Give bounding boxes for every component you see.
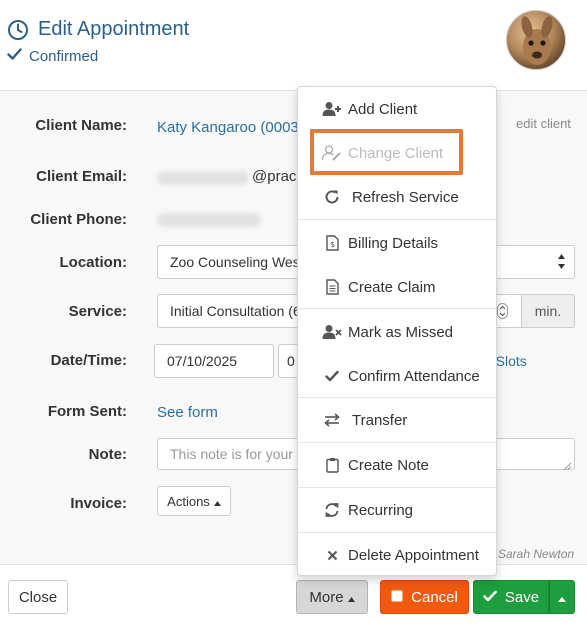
highlight-box (310, 129, 463, 175)
client-name-link[interactable]: Katy Kangaroo (0003 (157, 119, 299, 136)
svg-text:$: $ (329, 240, 334, 249)
menu-item-label: Confirm Attendance (348, 367, 480, 385)
menu-item-billing-details[interactable]: $ Billing Details (298, 229, 496, 257)
menu-item-recurring[interactable]: Recurring (298, 496, 496, 524)
save-options-button[interactable] (549, 580, 575, 614)
refresh-icon (322, 189, 342, 205)
signature-text: Sarah Newton (498, 547, 575, 561)
stepper-icon[interactable] (497, 303, 508, 324)
client-name-label: Client Name: (35, 117, 127, 134)
menu-item-label: Transfer (352, 411, 408, 429)
file-text-icon (322, 279, 342, 295)
menu-item-label: Recurring (348, 501, 414, 519)
times-icon (322, 550, 342, 561)
clock-icon (7, 19, 29, 41)
resize-handle-icon[interactable] (563, 458, 572, 476)
location-value: Zoo Counseling Wes (170, 254, 300, 270)
page-title: Edit Appointment (38, 18, 190, 40)
check-icon (322, 370, 342, 382)
client-phone-label: Client Phone: (30, 211, 127, 228)
check-icon (483, 589, 497, 606)
cancel-button[interactable]: Cancel (380, 580, 469, 614)
close-button[interactable]: Close (8, 580, 68, 614)
menu-item-label: Create Claim (348, 278, 436, 296)
date-value: 07/10/2025 (167, 353, 238, 369)
file-dollar-icon: $ (322, 235, 342, 251)
menu-divider (298, 308, 496, 309)
close-button-label: Close (18, 588, 58, 606)
menu-item-label: Delete Appointment (348, 546, 479, 564)
service-value: Initial Consultation (6 (170, 303, 301, 319)
user-times-icon (322, 324, 342, 340)
edit-client-link[interactable]: edit client (516, 116, 571, 131)
menu-divider (298, 397, 496, 398)
menu-item-add-client[interactable]: Add Client (298, 95, 496, 123)
menu-item-label: Create Note (348, 456, 429, 474)
user-plus-icon (322, 101, 342, 117)
menu-divider (298, 487, 496, 488)
exchange-icon (322, 413, 342, 427)
invoice-actions-label: Actions (167, 493, 210, 509)
check-icon (7, 47, 22, 66)
menu-item-label: Add Client (348, 100, 418, 118)
time-value: 0 (287, 353, 295, 369)
client-email-value: @prac (252, 168, 297, 185)
service-label: Service: (68, 303, 127, 320)
save-button[interactable]: Save (473, 580, 549, 614)
location-label: Location: (59, 254, 128, 271)
menu-item-label: Mark as Missed (348, 323, 454, 341)
more-button[interactable]: More (296, 580, 368, 614)
menu-item-create-claim[interactable]: Create Claim (298, 273, 496, 301)
form-sent-label: Form Sent: (47, 403, 127, 420)
menu-item-delete-appointment[interactable]: Delete Appointment (298, 541, 496, 569)
title-row: Edit Appointment (7, 18, 189, 41)
client-email-label: Client Email: (36, 168, 127, 185)
menu-item-label: Billing Details (348, 234, 439, 252)
square-icon (391, 589, 403, 606)
modal-header: Edit Appointment Confirmed (0, 0, 587, 90)
menu-item-refresh-service[interactable]: Refresh Service (298, 183, 496, 211)
cancel-button-label: Cancel (411, 588, 458, 606)
date-input[interactable]: 07/10/2025 (154, 344, 274, 378)
menu-item-mark-as-missed[interactable]: Mark as Missed (298, 318, 496, 346)
duration-unit: min. (521, 294, 575, 328)
clipboard-icon (322, 457, 342, 473)
menu-divider (298, 532, 496, 533)
menu-item-create-note[interactable]: Create Note (298, 451, 496, 479)
see-form-link[interactable]: See form (157, 404, 218, 421)
menu-item-label: Refresh Service (352, 188, 459, 206)
more-dropdown-menu: Add Client Change Client Refresh Service… (297, 86, 497, 576)
menu-item-transfer[interactable]: Transfer (298, 406, 496, 434)
menu-item-confirm-attendance[interactable]: Confirm Attendance (298, 362, 496, 390)
invoice-label: Invoice: (70, 495, 127, 512)
datetime-label: Date/Time: (50, 352, 127, 369)
note-placeholder: This note is for your (170, 446, 293, 462)
status-row: Confirmed (7, 47, 98, 66)
caret-up-icon (558, 589, 566, 606)
more-button-label: More (309, 588, 344, 606)
save-button-label: Save (504, 588, 540, 606)
status-label: Confirmed (29, 48, 99, 65)
menu-divider (298, 219, 496, 220)
invoice-actions-button[interactable]: Actions (157, 486, 231, 516)
note-label: Note: (88, 446, 127, 463)
avatar (506, 10, 566, 70)
select-arrows-icon (557, 253, 566, 275)
menu-divider (298, 442, 496, 443)
caret-up-icon (213, 494, 221, 509)
client-email-redacted (157, 171, 249, 185)
caret-up-icon (347, 589, 355, 606)
recurring-icon (322, 502, 342, 518)
client-phone-redacted (157, 213, 261, 227)
